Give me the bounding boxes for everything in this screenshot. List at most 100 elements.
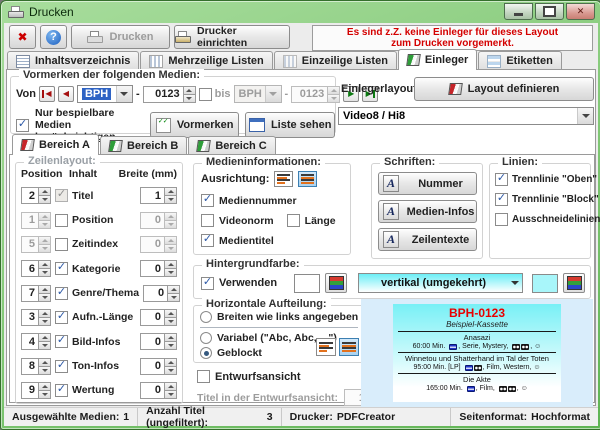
spin-up-icon[interactable] bbox=[38, 236, 51, 245]
spin-down-icon[interactable] bbox=[183, 95, 196, 103]
combo-arrow-icon[interactable] bbox=[265, 86, 281, 102]
laenge-checkbox[interactable] bbox=[287, 214, 300, 227]
spin-up-icon[interactable] bbox=[164, 382, 177, 391]
trennlinie-oben-checkbox[interactable] bbox=[495, 173, 508, 186]
spin-up-icon[interactable] bbox=[164, 236, 177, 245]
tab-etiketten[interactable]: Etiketten bbox=[478, 51, 561, 70]
breite-spinner[interactable]: 0 bbox=[140, 382, 177, 399]
spin-down-icon[interactable] bbox=[164, 318, 177, 326]
videonorm-checkbox[interactable] bbox=[201, 214, 214, 227]
spin-down-icon[interactable] bbox=[164, 367, 177, 375]
split-left-button[interactable] bbox=[316, 338, 336, 356]
close-button[interactable]: ✕ bbox=[566, 3, 595, 20]
spin-up-icon[interactable] bbox=[38, 382, 51, 391]
position-spinner[interactable]: 7 bbox=[21, 285, 51, 302]
printer-setup-button[interactable]: Drucker einrichten bbox=[174, 25, 290, 49]
spin-up-icon[interactable] bbox=[164, 333, 177, 342]
spin-up-icon[interactable] bbox=[327, 86, 340, 95]
from-number-spinner[interactable]: 0123 bbox=[143, 86, 196, 103]
spin-up-icon[interactable] bbox=[38, 285, 51, 294]
inhalt-checkbox[interactable] bbox=[55, 384, 68, 397]
spin-down-icon[interactable] bbox=[38, 221, 51, 229]
spin-up-icon[interactable] bbox=[38, 358, 51, 367]
position-spinner[interactable]: 8 bbox=[21, 358, 51, 375]
spin-down-icon[interactable] bbox=[167, 294, 180, 302]
spin-down-icon[interactable] bbox=[38, 318, 51, 326]
cancel-button[interactable]: ✖ bbox=[9, 25, 36, 49]
end-color-picker-button[interactable] bbox=[563, 273, 585, 293]
tab-inhaltsverzeichnis[interactable]: Inhaltsverzeichnis bbox=[7, 51, 139, 70]
variabel-radio[interactable] bbox=[200, 332, 212, 344]
tab-bereich-c[interactable]: Bereich C bbox=[188, 136, 275, 155]
spin-up-icon[interactable] bbox=[38, 309, 51, 318]
spin-down-icon[interactable] bbox=[38, 391, 51, 399]
breite-spinner[interactable]: 1 bbox=[140, 187, 177, 204]
align-justify-button[interactable] bbox=[298, 171, 317, 187]
layout-definieren-button[interactable]: Layout definieren bbox=[414, 77, 594, 101]
inhalt-checkbox[interactable] bbox=[55, 238, 68, 251]
maximize-button[interactable] bbox=[535, 3, 564, 20]
spin-up-icon[interactable] bbox=[183, 86, 196, 95]
minimize-button[interactable] bbox=[504, 3, 533, 20]
spin-down-icon[interactable] bbox=[327, 95, 340, 103]
inhalt-checkbox[interactable] bbox=[55, 287, 68, 300]
tab-einzeilige-listen[interactable]: Einzeilige Listen bbox=[274, 51, 397, 70]
combo-arrow-icon[interactable] bbox=[116, 86, 132, 102]
position-spinner[interactable]: 1 bbox=[21, 212, 51, 229]
spin-down-icon[interactable] bbox=[38, 342, 51, 350]
mediennummer-checkbox[interactable] bbox=[201, 194, 214, 207]
entwurfsansicht-checkbox[interactable] bbox=[197, 370, 210, 383]
spin-down-icon[interactable] bbox=[164, 221, 177, 229]
breite-spinner[interactable]: 0 bbox=[140, 358, 177, 375]
breite-spinner[interactable]: 0 bbox=[140, 212, 177, 229]
geblockt-radio[interactable] bbox=[200, 347, 212, 359]
print-button[interactable]: Drucken bbox=[71, 25, 170, 49]
position-spinner[interactable]: 2 bbox=[21, 187, 51, 204]
ausschneidelinien-checkbox[interactable] bbox=[495, 213, 508, 226]
to-number-spinner[interactable]: 0123 bbox=[291, 86, 340, 103]
spin-up-icon[interactable] bbox=[164, 212, 177, 221]
first-media-button[interactable]: ◀ bbox=[39, 86, 55, 102]
font-medieninfos-button[interactable]: A Medien-Infos bbox=[378, 200, 477, 223]
breite-spinner[interactable]: 0 bbox=[140, 260, 177, 277]
from-prefix-combo[interactable]: BPH bbox=[77, 85, 133, 103]
spin-down-icon[interactable] bbox=[38, 367, 51, 375]
titlebar[interactable]: Drucken ✕ bbox=[1, 1, 600, 23]
spin-up-icon[interactable] bbox=[167, 285, 180, 294]
spin-down-icon[interactable] bbox=[164, 342, 177, 350]
spin-up-icon[interactable] bbox=[164, 309, 177, 318]
to-prefix-combo[interactable]: BPH bbox=[234, 85, 282, 103]
gradient-combo[interactable]: vertikal (umgekehrt) bbox=[358, 273, 523, 293]
start-color-picker-button[interactable] bbox=[325, 273, 347, 293]
spin-down-icon[interactable] bbox=[38, 294, 51, 302]
spin-up-icon[interactable] bbox=[164, 187, 177, 196]
spin-down-icon[interactable] bbox=[164, 391, 177, 399]
inhalt-checkbox[interactable] bbox=[55, 360, 68, 373]
position-spinner[interactable]: 6 bbox=[21, 260, 51, 277]
spin-up-icon[interactable] bbox=[38, 187, 51, 196]
verwenden-checkbox[interactable] bbox=[201, 277, 214, 290]
einlegerlayout-combo[interactable]: Video8 / Hi8 bbox=[338, 107, 594, 125]
trennlinie-block-checkbox[interactable] bbox=[495, 193, 508, 206]
combo-arrow-icon[interactable] bbox=[508, 274, 522, 292]
spin-up-icon[interactable] bbox=[164, 260, 177, 269]
spin-up-icon[interactable] bbox=[38, 333, 51, 342]
tab-bereich-a[interactable]: Bereich A bbox=[12, 134, 99, 155]
spin-down-icon[interactable] bbox=[164, 245, 177, 253]
help-button[interactable]: ? bbox=[40, 25, 67, 49]
nur-bespielbare-checkbox[interactable] bbox=[16, 119, 29, 132]
inhalt-checkbox[interactable] bbox=[55, 189, 68, 202]
align-left-button[interactable] bbox=[274, 171, 293, 187]
spin-down-icon[interactable] bbox=[38, 196, 51, 204]
spin-down-icon[interactable] bbox=[38, 245, 51, 253]
spin-up-icon[interactable] bbox=[164, 358, 177, 367]
spin-down-icon[interactable] bbox=[164, 196, 177, 204]
bis-checkbox[interactable] bbox=[199, 88, 212, 101]
medientitel-checkbox[interactable] bbox=[201, 234, 214, 247]
inhalt-checkbox[interactable] bbox=[55, 335, 68, 348]
position-spinner[interactable]: 4 bbox=[21, 333, 51, 350]
tab-bereich-b[interactable]: Bereich B bbox=[100, 136, 187, 155]
combo-arrow-icon[interactable] bbox=[577, 108, 593, 124]
position-spinner[interactable]: 5 bbox=[21, 236, 51, 253]
breite-spinner[interactable]: 0 bbox=[140, 236, 177, 253]
